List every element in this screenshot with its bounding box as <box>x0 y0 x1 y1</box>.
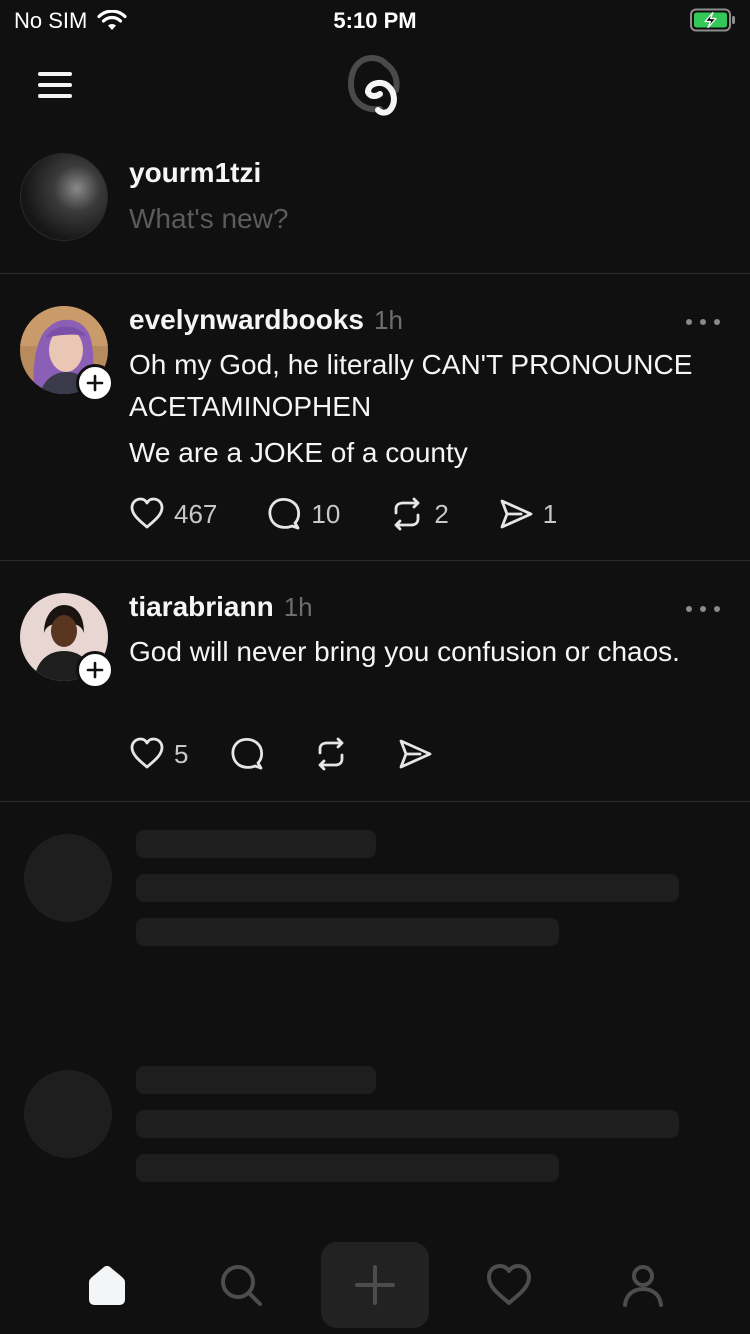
menu-line <box>38 72 72 76</box>
bottom-tab-bar <box>0 1238 750 1334</box>
heart-icon <box>130 497 164 529</box>
home-icon <box>89 1265 125 1305</box>
current-username: yourm1tzi <box>129 157 262 188</box>
dot <box>714 319 720 325</box>
dot <box>686 606 692 612</box>
divider <box>0 273 750 274</box>
create-icon <box>355 1265 395 1305</box>
more-options-button[interactable] <box>686 312 720 332</box>
heart-icon <box>130 737 164 769</box>
skeleton-line <box>136 874 679 902</box>
repost-icon <box>319 737 344 771</box>
post-header: tiarabriann 1h <box>129 591 313 623</box>
repost-button[interactable] <box>312 735 350 773</box>
dot <box>686 319 692 325</box>
post-username[interactable]: evelynwardbooks <box>129 304 364 336</box>
tab-activity[interactable] <box>455 1242 563 1328</box>
divider <box>0 560 750 561</box>
profile-icon <box>623 1265 663 1307</box>
post-timestamp: 1h <box>373 305 403 335</box>
repost-button[interactable]: 2 <box>388 495 449 533</box>
share-button[interactable]: 1 <box>497 495 557 533</box>
post-text-line: God will never bring you confusion or ch… <box>129 636 680 667</box>
reply-button[interactable]: 10 <box>265 495 340 533</box>
more-options-button[interactable] <box>686 599 720 619</box>
skeleton-line <box>136 1066 376 1094</box>
menu-button[interactable] <box>36 70 76 100</box>
dot <box>700 606 706 612</box>
repost-count: 2 <box>434 498 449 529</box>
skeleton-line <box>136 830 376 858</box>
divider <box>0 801 750 802</box>
post-timestamp: 1h <box>283 592 313 622</box>
follow-button[interactable] <box>76 651 114 689</box>
comment-icon <box>268 497 301 530</box>
post-avatar-container[interactable] <box>20 306 114 402</box>
skeleton-line <box>136 1154 559 1182</box>
post-actions: 467 10 2 1 <box>128 495 557 533</box>
skeleton-avatar <box>24 1070 112 1158</box>
dot <box>714 606 720 612</box>
like-button[interactable]: 5 <box>128 735 188 773</box>
like-button[interactable]: 467 <box>128 495 217 533</box>
post-text-line: We are a JOKE of a county <box>129 437 468 468</box>
post-header: evelynwardbooks 1h <box>129 304 403 336</box>
threads-logo-icon[interactable] <box>340 50 410 120</box>
menu-line <box>38 94 72 98</box>
plus-icon <box>86 661 104 679</box>
like-count: 5 <box>174 738 189 769</box>
skeleton-line <box>136 918 559 946</box>
post-text: God will never bring you confusion or ch… <box>129 631 719 673</box>
thread-post[interactable]: evelynwardbooks 1h Oh my God, he literal… <box>0 304 750 560</box>
current-user-avatar[interactable] <box>20 153 108 241</box>
like-count: 467 <box>174 498 218 529</box>
compose-input[interactable]: What's new? <box>129 203 288 235</box>
status-time: 5:10 PM <box>333 8 417 33</box>
skeleton-line <box>136 1110 679 1138</box>
reply-count: 10 <box>311 498 341 529</box>
share-count: 1 <box>542 498 558 529</box>
post-text: Oh my God, he literally CAN'T PRONOUNCE … <box>129 344 719 474</box>
threads-feed-screen: No SIM 5:10 PM yourm1tzi What's new? eve… <box>0 0 750 1334</box>
tab-search[interactable] <box>187 1242 295 1328</box>
menu-line <box>38 83 72 87</box>
reply-button[interactable] <box>228 735 266 773</box>
tab-profile[interactable] <box>589 1242 697 1328</box>
post-actions: 5 <box>128 735 434 773</box>
dot <box>700 319 706 325</box>
send-icon <box>400 739 432 769</box>
new-thread-composer[interactable]: yourm1tzi What's new? <box>0 145 750 273</box>
search-icon <box>221 1265 262 1306</box>
status-bar: No SIM 5:10 PM <box>0 0 750 40</box>
post-username[interactable]: tiarabriann <box>129 591 274 623</box>
post-text-line: Oh my God, he literally CAN'T PRONOUNCE … <box>129 349 693 422</box>
activity-icon <box>487 1264 531 1305</box>
skeleton-avatar <box>24 834 112 922</box>
tab-create[interactable] <box>321 1242 429 1328</box>
plus-icon <box>86 374 104 392</box>
repost-icon <box>394 497 420 531</box>
post-avatar-container[interactable] <box>20 593 114 689</box>
thread-post[interactable]: tiarabriann 1h God will never bring you … <box>0 591 750 801</box>
battery-charging-icon <box>690 8 735 32</box>
send-icon <box>500 499 533 529</box>
comment-icon <box>231 737 264 770</box>
tab-home[interactable] <box>53 1242 161 1328</box>
share-button[interactable] <box>396 735 434 773</box>
follow-button[interactable] <box>76 364 114 402</box>
